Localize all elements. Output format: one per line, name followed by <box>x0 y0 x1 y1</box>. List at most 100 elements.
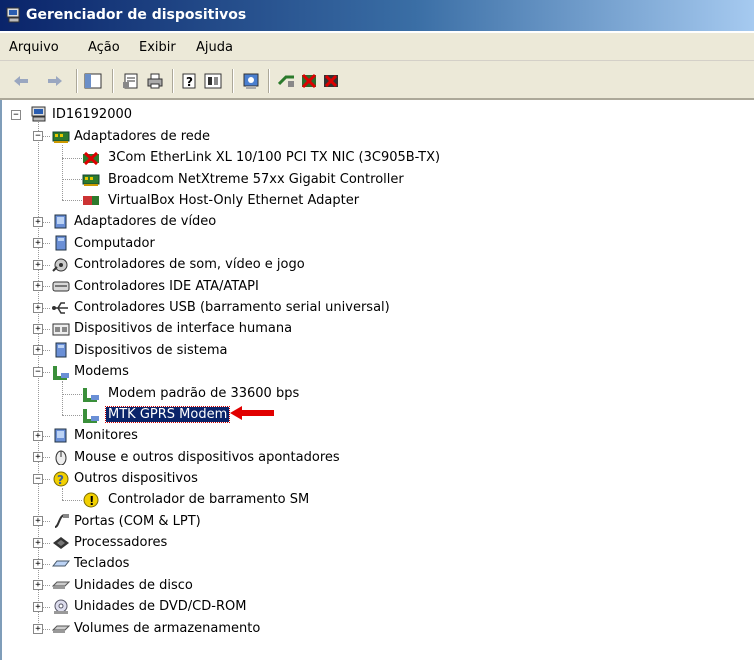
tree-item-3com[interactable]: 3Com EtherLink XL 10/100 PCI TX NIC (3C9… <box>106 147 442 168</box>
tree-item-modem-padrao[interactable]: Modem padrão de 33600 bps <box>106 383 301 404</box>
processor-icon <box>53 537 69 549</box>
tree-category-usb[interactable]: Controladores USB (barramento serial uni… <box>72 297 392 318</box>
tree-category-ports[interactable]: Portas (COM & LPT) <box>72 511 203 532</box>
svg-text:?: ? <box>186 75 193 89</box>
toolbar-separator <box>112 69 114 93</box>
expand-toggle[interactable]: + <box>33 238 43 248</box>
expand-toggle[interactable]: + <box>33 559 43 569</box>
tree-category-volumes[interactable]: Volumes de armazenamento <box>72 618 262 639</box>
expand-toggle[interactable]: + <box>33 217 43 227</box>
tree-category-mouse[interactable]: Mouse e outros dispositivos apontadores <box>72 447 342 468</box>
tree-item-mtk-gprs-modem[interactable]: MTK GPRS Modem <box>104 404 231 425</box>
network-adapter-icon <box>82 174 100 186</box>
network-adapter-warning-icon <box>83 196 99 205</box>
toolbar: ? <box>0 61 754 100</box>
tree-item-broadcom[interactable]: Broadcom NetXtreme 57xx Gigabit Controll… <box>106 169 406 190</box>
svg-text:!: ! <box>89 494 94 508</box>
forward-icon[interactable] <box>46 72 64 90</box>
toolbar-separator <box>76 69 78 93</box>
tree-line <box>62 415 82 416</box>
svg-text:?: ? <box>57 473 64 487</box>
dvd-drive-icon <box>54 599 68 614</box>
menu-ajuda[interactable]: Ajuda <box>196 40 233 55</box>
device-tree: − ID16192000 − Adaptadores de rede 3Com … <box>0 100 754 660</box>
keyboard-icon <box>52 560 70 567</box>
tree-category-monitors[interactable]: Monitores <box>72 425 140 446</box>
red-arrow-annotation <box>230 406 274 420</box>
tree-line <box>62 488 63 500</box>
mouse-icon <box>55 450 67 465</box>
tree-item-virtualbox[interactable]: VirtualBox Host-Only Ethernet Adapter <box>106 190 361 211</box>
expand-toggle[interactable]: + <box>33 516 43 526</box>
disable-icon[interactable] <box>300 72 318 90</box>
window-title: Gerenciador de dispositivos <box>26 7 247 23</box>
ports-icon <box>54 514 69 528</box>
tree-category-modems[interactable]: Modems <box>72 361 131 382</box>
usb-icon <box>52 302 68 314</box>
tree-line <box>62 200 82 201</box>
tree-category-cpu[interactable]: Processadores <box>72 532 169 553</box>
tree-category-net[interactable]: Adaptadores de rede <box>72 126 212 147</box>
expand-toggle[interactable]: − <box>33 131 43 141</box>
expand-toggle[interactable]: − <box>33 367 43 377</box>
menu-bar: Arquivo Ação Exibir Ajuda <box>0 33 754 61</box>
expand-toggle[interactable]: + <box>33 431 43 441</box>
display-adapter-icon <box>54 214 67 229</box>
selected-item-label: MTK GPRS Modem <box>104 406 231 423</box>
tree-category-dvd[interactable]: Unidades de DVD/CD-ROM <box>72 596 248 617</box>
modem-icon <box>53 366 69 380</box>
expand-toggle[interactable]: + <box>33 281 43 291</box>
computer-icon <box>55 235 67 251</box>
help-icon[interactable]: ? <box>180 72 198 90</box>
print-icon[interactable] <box>146 72 164 90</box>
tree-line <box>62 145 63 200</box>
expand-toggle[interactable]: + <box>33 580 43 590</box>
tree-item-sm-bus[interactable]: Controlador de barramento SM <box>106 489 311 510</box>
storage-volume-icon <box>52 625 70 633</box>
system-devices-icon <box>55 342 67 358</box>
toolbar-separator <box>172 69 174 93</box>
back-icon[interactable] <box>12 72 30 90</box>
expand-toggle[interactable]: − <box>33 474 43 484</box>
tree-category-hid[interactable]: Dispositivos de interface humana <box>72 318 294 339</box>
uninstall-icon[interactable] <box>322 72 340 90</box>
modem-icon <box>83 409 99 423</box>
unknown-device-icon: ? <box>53 471 69 487</box>
modem-icon <box>83 388 99 402</box>
sound-controller-icon <box>52 258 68 272</box>
expand-toggle[interactable]: + <box>33 538 43 548</box>
view-icon[interactable] <box>204 72 222 90</box>
tree-category-disk[interactable]: Unidades de disco <box>72 575 195 596</box>
update-driver-icon[interactable] <box>278 72 296 90</box>
tree-category-sound[interactable]: Controladores de som, vídeo e jogo <box>72 254 307 275</box>
expand-toggle[interactable]: + <box>33 345 43 355</box>
expand-toggle[interactable]: − <box>11 110 21 120</box>
expand-toggle[interactable]: + <box>33 260 43 270</box>
tree-category-computer[interactable]: Computador <box>72 233 157 254</box>
hid-icon <box>52 323 70 336</box>
expand-toggle[interactable]: + <box>33 324 43 334</box>
tree-line <box>62 381 63 415</box>
expand-toggle[interactable]: + <box>33 303 43 313</box>
tree-category-system[interactable]: Dispositivos de sistema <box>72 340 230 361</box>
properties-icon[interactable] <box>122 72 140 90</box>
expand-toggle[interactable]: + <box>33 602 43 612</box>
title-bar: Gerenciador de dispositivos <box>0 0 754 31</box>
expand-toggle[interactable]: + <box>33 624 43 634</box>
warning-device-icon: ! <box>83 492 99 508</box>
tree-line <box>62 394 82 395</box>
scan-hardware-icon[interactable] <box>242 72 260 90</box>
tree-category-ide[interactable]: Controladores IDE ATA/ATAPI <box>72 276 261 297</box>
menu-acao[interactable]: Ação <box>88 40 120 55</box>
monitor-icon <box>54 428 67 443</box>
tree-category-other[interactable]: Outros dispositivos <box>72 468 200 489</box>
disk-drive-icon <box>52 581 70 589</box>
expand-toggle[interactable]: + <box>33 452 43 462</box>
tree-category-keyboard[interactable]: Teclados <box>72 553 131 574</box>
menu-arquivo[interactable]: Arquivo <box>9 40 59 55</box>
show-hide-icon[interactable] <box>84 72 102 90</box>
menu-exibir[interactable]: Exibir <box>139 40 176 55</box>
toolbar-separator <box>232 69 234 93</box>
tree-root[interactable]: ID16192000 <box>50 104 134 125</box>
tree-category-video[interactable]: Adaptadores de vídeo <box>72 211 218 232</box>
